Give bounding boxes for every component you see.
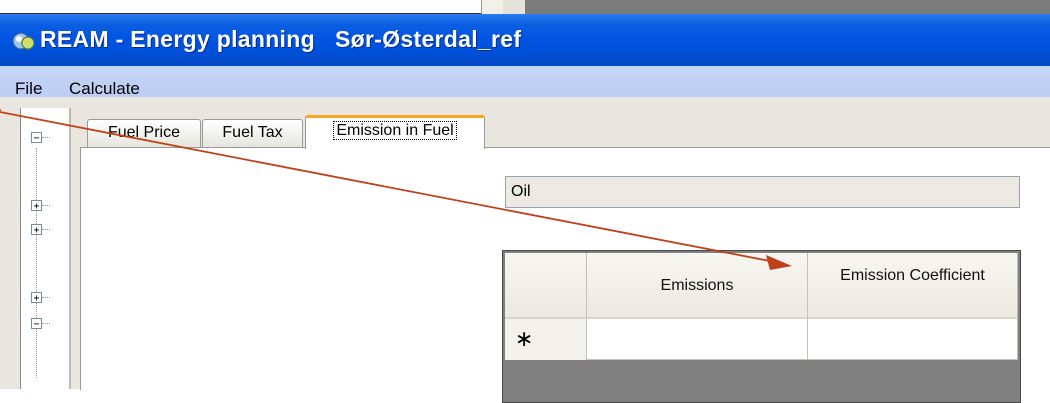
menu-file[interactable]: File <box>15 79 42 99</box>
tree-branch-line <box>42 137 50 138</box>
tree-branch-line <box>42 229 50 230</box>
menu-calculate[interactable]: Calculate <box>69 79 140 99</box>
grid-corner-header <box>505 253 587 319</box>
tree-view[interactable]: − + + + − <box>20 108 71 389</box>
window-title: REAM - Energy planning Sør-Østerdal_ref <box>40 26 522 52</box>
column-header-emission-coefficient[interactable]: Emission Coefficient <box>808 253 1018 319</box>
new-row-marker[interactable]: ∗ <box>505 319 587 360</box>
column-header-label: Emissions <box>660 277 734 294</box>
background-window-strip <box>0 0 1050 14</box>
tab-emission-in-fuel[interactable]: Emission in Fuel <box>305 115 485 149</box>
background-gray-area <box>525 0 1050 14</box>
tab-label: Fuel Price <box>107 124 181 141</box>
tree-collapse-toggle[interactable]: − <box>31 318 42 330</box>
column-header-label: Emission Coefficient <box>840 267 985 284</box>
background-scrollbar <box>481 0 505 14</box>
tree-branch-line <box>42 323 50 324</box>
tree-branch-line <box>42 205 50 206</box>
grid-cell-emissions[interactable] <box>587 319 808 360</box>
grid-cell-emission-coefficient[interactable] <box>808 319 1018 360</box>
title-bar[interactable]: REAM - Energy planning Sør-Østerdal_ref <box>0 14 1050 66</box>
column-header-emissions[interactable]: Emissions <box>587 253 808 319</box>
app-icon <box>12 32 35 50</box>
fuel-name-field: Oil <box>505 176 1020 208</box>
tab-fuel-price[interactable]: Fuel Price <box>87 119 201 147</box>
emissions-grid[interactable]: Emissions Emission Coefficient ∗ <box>502 250 1021 403</box>
tab-label: Emission in Fuel <box>333 121 457 140</box>
tab-strip: Fuel Price Fuel Tax Emission in Fuel <box>80 115 1050 149</box>
tree-expand-toggle[interactable]: + <box>31 224 42 236</box>
tree-branch-line <box>42 297 50 298</box>
splitter[interactable] <box>69 108 71 389</box>
background-scrollbar-thumb <box>503 0 526 14</box>
tree-connector-line <box>36 148 37 378</box>
tree-collapse-toggle[interactable]: − <box>31 132 42 144</box>
tab-fuel-tax[interactable]: Fuel Tax <box>202 119 303 147</box>
tree-expand-toggle[interactable]: + <box>31 200 42 212</box>
tab-label: Fuel Tax <box>222 124 283 141</box>
tree-expand-toggle[interactable]: + <box>31 292 42 304</box>
